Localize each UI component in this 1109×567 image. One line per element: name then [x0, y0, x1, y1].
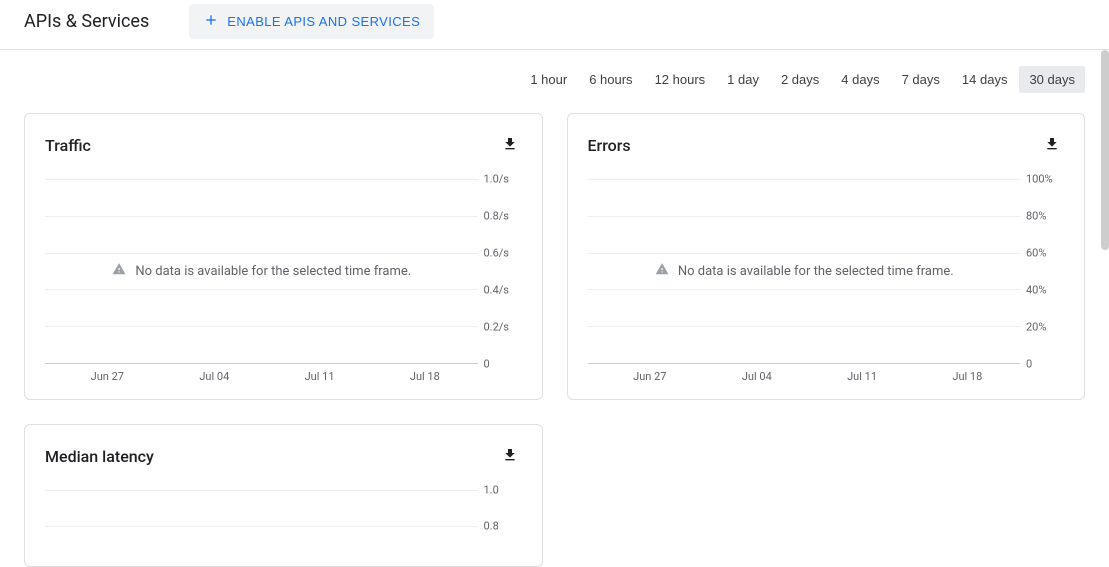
x-tick: Jul 04	[742, 370, 772, 383]
y-tick: 20%	[1026, 321, 1046, 334]
time-range-6hours[interactable]: 6 hours	[579, 66, 642, 93]
y-tick: 0.8/s	[484, 210, 509, 223]
latency-chart-title: Median latency	[45, 447, 154, 466]
y-tick: 1.0/s	[484, 173, 509, 186]
x-tick: Jul 11	[847, 370, 877, 383]
errors-chart-title: Errors	[588, 136, 631, 155]
y-tick: 100%	[1026, 173, 1053, 186]
y-tick: 0	[484, 358, 490, 371]
content-area: 1 hour 6 hours 12 hours 1 day 2 days 4 d…	[0, 50, 1109, 567]
page-title: APIs & Services	[24, 11, 149, 32]
traffic-chart-body: No data is available for the selected ti…	[45, 179, 522, 364]
time-range-7days[interactable]: 7 days	[892, 66, 950, 93]
errors-y-axis: 100% 80% 60% 40% 20% 0	[1020, 179, 1064, 364]
traffic-chart-card: Traffic	[24, 113, 543, 400]
plus-icon	[203, 12, 219, 31]
errors-no-data-text: No data is available for the selected ti…	[678, 264, 954, 279]
header-bar: APIs & Services ENABLE APIS AND SERVICES	[0, 0, 1109, 50]
traffic-no-data: No data is available for the selected ti…	[111, 262, 411, 280]
errors-chart-body: No data is available for the selected ti…	[588, 179, 1065, 364]
time-range-12hours[interactable]: 12 hours	[645, 66, 716, 93]
y-tick: 0	[1026, 358, 1032, 371]
time-range-1day[interactable]: 1 day	[717, 66, 769, 93]
errors-plot-area: No data is available for the selected ti…	[588, 179, 1021, 364]
warning-icon	[654, 262, 670, 280]
download-icon	[502, 451, 518, 466]
time-range-2days[interactable]: 2 days	[771, 66, 829, 93]
latency-plot-area	[45, 490, 478, 550]
latency-download-button[interactable]	[498, 443, 522, 470]
traffic-plot-area: No data is available for the selected ti…	[45, 179, 478, 364]
time-range-30days[interactable]: 30 days	[1019, 66, 1085, 93]
y-tick: 80%	[1026, 210, 1046, 223]
y-tick: 0.6/s	[484, 247, 509, 260]
latency-chart-card: Median latency 1.0 0.8	[24, 424, 543, 567]
x-tick: Jul 18	[952, 370, 982, 383]
vertical-scrollbar[interactable]	[1101, 50, 1109, 250]
y-tick: 40%	[1026, 284, 1046, 297]
y-tick: 0.2/s	[484, 321, 509, 334]
x-tick: Jun 27	[91, 370, 124, 383]
x-tick: Jul 18	[410, 370, 440, 383]
x-tick: Jul 04	[199, 370, 229, 383]
y-tick: 60%	[1026, 247, 1046, 260]
traffic-y-axis: 1.0/s 0.8/s 0.6/s 0.4/s 0.2/s 0	[478, 179, 522, 364]
time-range-1hour[interactable]: 1 hour	[520, 66, 577, 93]
time-range-4days[interactable]: 4 days	[831, 66, 889, 93]
latency-chart-body: 1.0 0.8	[45, 490, 522, 550]
latency-y-axis: 1.0 0.8	[478, 490, 522, 550]
warning-icon	[111, 262, 127, 280]
enable-apis-button[interactable]: ENABLE APIS AND SERVICES	[189, 4, 434, 39]
errors-download-button[interactable]	[1040, 132, 1064, 159]
enable-apis-label: ENABLE APIS AND SERVICES	[227, 14, 420, 29]
x-tick: Jun 27	[633, 370, 666, 383]
errors-no-data: No data is available for the selected ti…	[654, 262, 954, 280]
y-tick: 0.8	[484, 520, 499, 533]
traffic-chart-title: Traffic	[45, 136, 91, 155]
time-range-14days[interactable]: 14 days	[952, 66, 1018, 93]
x-tick: Jul 11	[305, 370, 335, 383]
traffic-x-axis: Jun 27 Jul 04 Jul 11 Jul 18	[45, 364, 522, 383]
download-icon	[502, 140, 518, 155]
traffic-download-button[interactable]	[498, 132, 522, 159]
errors-x-axis: Jun 27 Jul 04 Jul 11 Jul 18	[588, 364, 1065, 383]
time-range-selector: 1 hour 6 hours 12 hours 1 day 2 days 4 d…	[24, 66, 1085, 93]
y-tick: 0.4/s	[484, 284, 509, 297]
y-tick: 1.0	[484, 484, 499, 497]
charts-grid: Traffic	[24, 113, 1085, 567]
errors-chart-card: Errors	[567, 113, 1086, 400]
traffic-no-data-text: No data is available for the selected ti…	[135, 264, 411, 279]
download-icon	[1044, 140, 1060, 155]
